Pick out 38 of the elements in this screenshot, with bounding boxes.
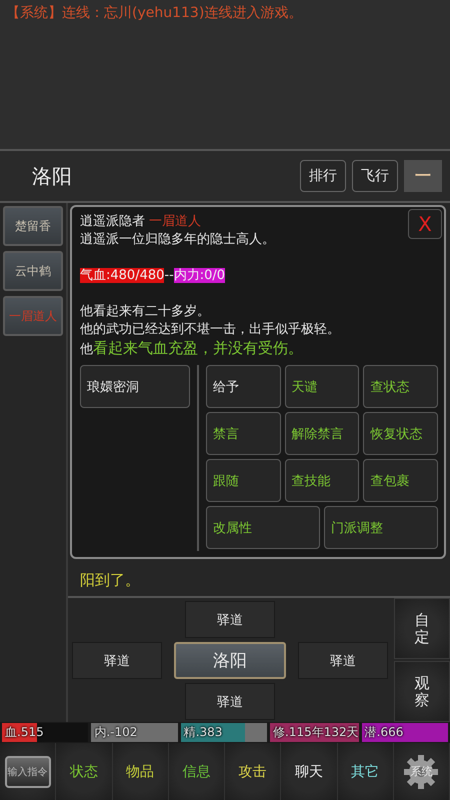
description-line: 他的武功已经达到不堪一击，出手似乎极轻。	[80, 321, 340, 339]
exit-button[interactable]: 驿道	[72, 642, 162, 679]
npc-button[interactable]: 楚留香	[3, 206, 63, 246]
action-button[interactable]: 禁言	[206, 412, 281, 455]
chat-message: 【系统】连线：忘川(yehu113)连线进入游戏。	[6, 4, 304, 22]
action-button[interactable]: 天谴	[284, 365, 360, 408]
action-button[interactable]: 查技能	[284, 459, 360, 502]
action-button[interactable]: 跟随	[206, 459, 281, 502]
description-line: 他看起来有二十多岁。	[80, 303, 210, 321]
location-title: 洛阳	[32, 162, 72, 190]
toolbar-button[interactable]: 排行	[300, 160, 346, 192]
description-line: 逍遥派一位归隐多年的隐士高人。	[80, 231, 275, 249]
stat-label: 内.-102	[93, 724, 138, 741]
npc-button[interactable]: 云中鹤	[3, 251, 63, 291]
command-input-button[interactable]: 输入指令	[4, 756, 51, 788]
action-button[interactable]: 查包裹	[363, 459, 438, 502]
stat-label: 潜.666	[364, 724, 404, 741]
exit-button[interactable]: 驿道	[185, 601, 275, 638]
place-button[interactable]: 琅嬛密洞	[80, 365, 190, 408]
action-button[interactable]: 门派调整	[324, 506, 438, 549]
description-line: 他看起来气血充盈，并没有受伤。	[80, 339, 303, 359]
exit-button[interactable]: 驿道	[185, 683, 275, 720]
description-line: 逍遥派隐者 一眉道人	[80, 213, 202, 231]
toolbar-button[interactable]: 飞行	[352, 160, 398, 192]
action-button[interactable]: 恢复状态	[363, 412, 438, 455]
action-button[interactable]: 查状态	[363, 365, 438, 408]
action-button[interactable]: 给予	[206, 365, 281, 408]
side-button[interactable]: 自定	[394, 598, 450, 659]
minimize-button[interactable]: 一	[404, 160, 442, 192]
description-line: 气血:480/480--内力:0/0	[80, 267, 226, 285]
current-location-button[interactable]: 洛阳	[174, 642, 286, 679]
exit-button[interactable]: 驿道	[298, 642, 388, 679]
side-button[interactable]: 观察	[394, 661, 450, 722]
stat-label: 修.115年132天	[272, 724, 359, 741]
action-button[interactable]: 改属性	[206, 506, 320, 549]
stat-label: 精.383	[182, 724, 222, 741]
action-button[interactable]: 解除禁言	[284, 412, 360, 455]
story-text: 阳到了。	[80, 571, 141, 590]
